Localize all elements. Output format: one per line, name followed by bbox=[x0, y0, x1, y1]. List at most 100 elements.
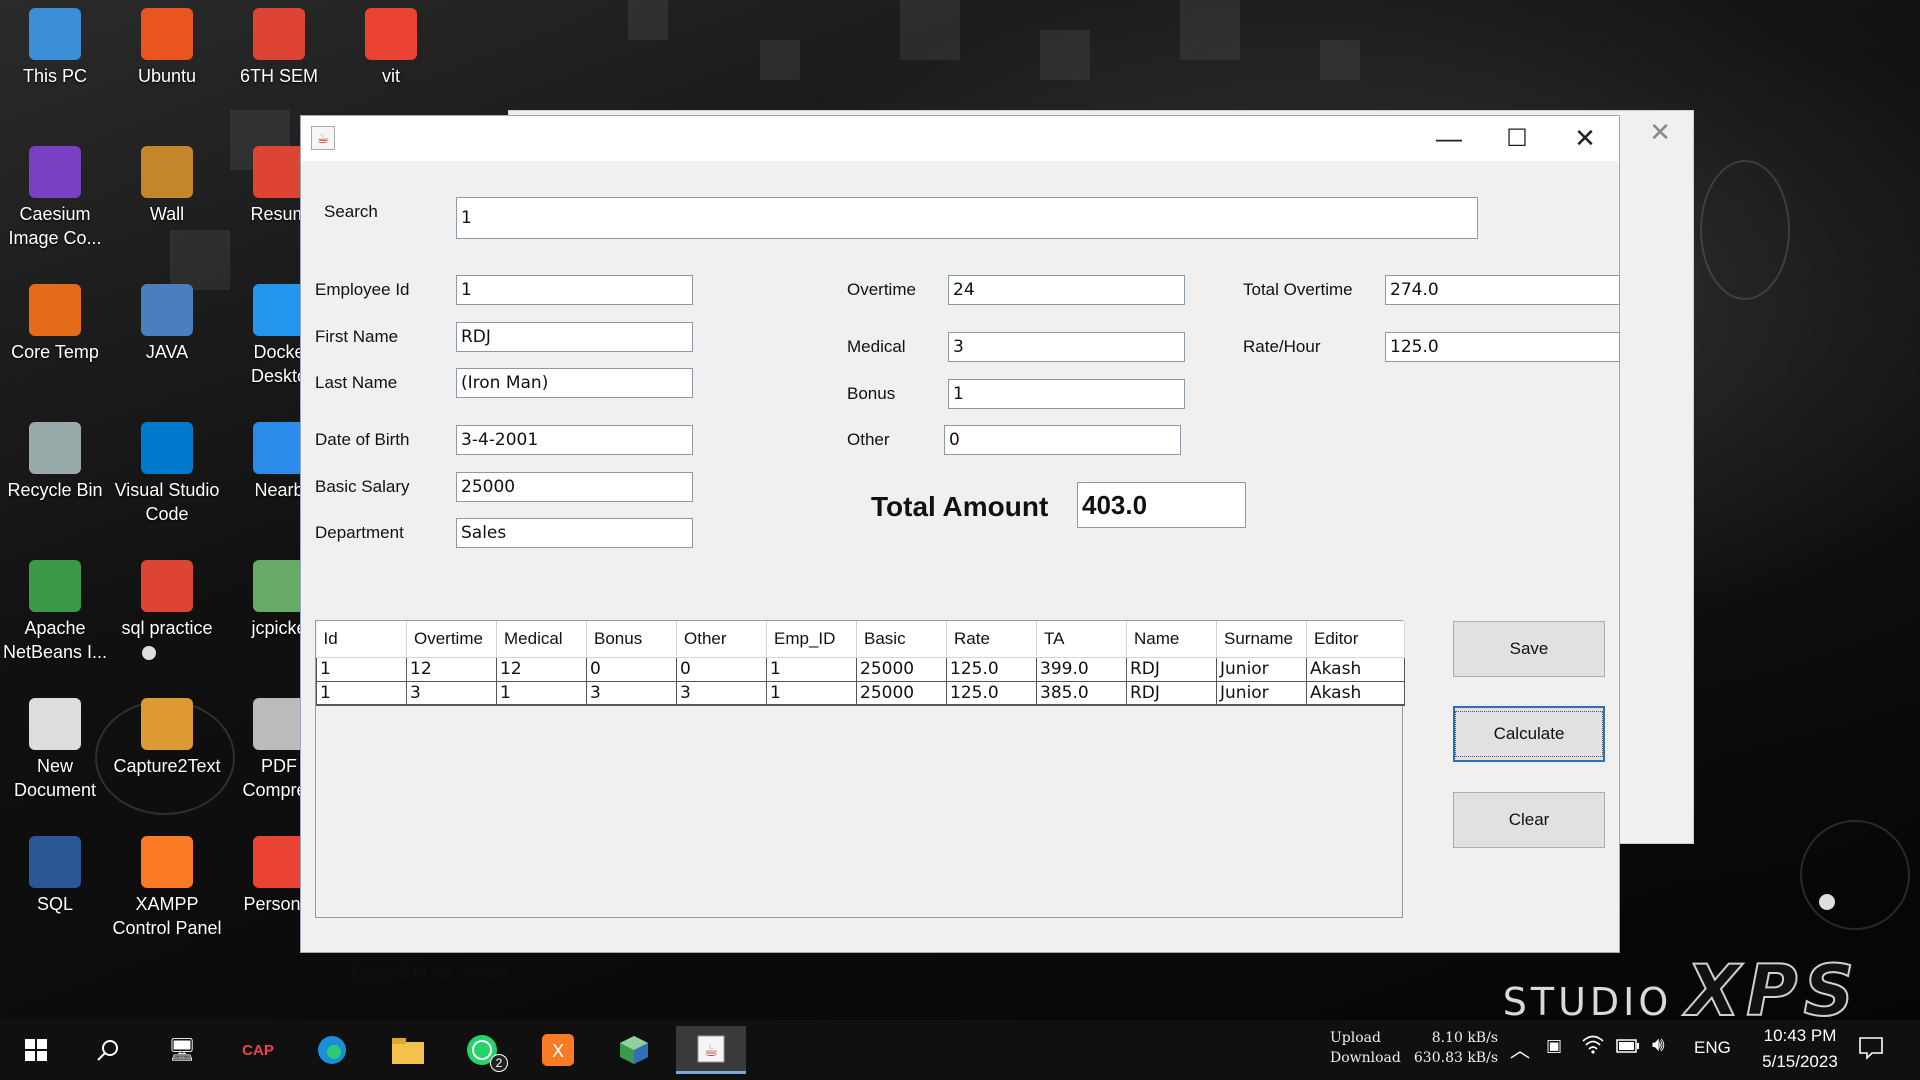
whatsapp-icon[interactable]: 2 bbox=[452, 1026, 512, 1074]
edge-icon[interactable] bbox=[302, 1026, 362, 1074]
desktop-shortcut[interactable]: JAVA bbox=[112, 284, 222, 364]
table-cell[interactable]: 1 bbox=[766, 680, 857, 706]
rate-hour-field[interactable]: 125.0 bbox=[1385, 332, 1620, 362]
desktop-shortcut[interactable]: sql practice bbox=[112, 560, 222, 640]
basic-salary-field[interactable]: 25000 bbox=[456, 472, 693, 502]
other-field[interactable]: 0 bbox=[944, 425, 1181, 455]
notifications-icon[interactable] bbox=[1858, 1036, 1884, 1065]
maximize-button[interactable]: ☐ bbox=[1483, 116, 1551, 161]
taskbar: 🖥 CAP 2 X ☕ Upload Download 8.10 kB/s 63… bbox=[0, 1020, 1920, 1080]
table-cell[interactable]: 1 bbox=[496, 680, 587, 706]
last-name-field[interactable]: (Iron Man) bbox=[456, 368, 693, 398]
medical-field[interactable]: 3 bbox=[948, 332, 1185, 362]
upload-label: Upload bbox=[1330, 1030, 1381, 1046]
total-amount-field[interactable]: 403.0 bbox=[1077, 482, 1246, 528]
desktop-shortcut[interactable]: Caesium Image Co... bbox=[0, 146, 110, 250]
table-cell[interactable]: 3 bbox=[676, 680, 767, 706]
file-explorer-icon[interactable] bbox=[378, 1026, 438, 1074]
table-cell[interactable]: 1 bbox=[766, 656, 857, 682]
column-header[interactable]: Rate bbox=[946, 621, 1037, 658]
column-header[interactable]: Overtime bbox=[406, 621, 497, 658]
table-cell[interactable]: Akash bbox=[1306, 680, 1405, 706]
desktop-shortcut[interactable]: Recycle Bin bbox=[0, 422, 110, 502]
xampp-icon[interactable]: X bbox=[528, 1026, 588, 1074]
desktop-shortcut[interactable]: vit bbox=[336, 8, 446, 88]
total-overtime-field[interactable]: 274.0 bbox=[1385, 275, 1620, 305]
capture2text-icon[interactable]: CAP bbox=[228, 1026, 288, 1074]
table-cell[interactable]: 399.0 bbox=[1036, 656, 1127, 682]
table-cell[interactable]: 0 bbox=[586, 656, 677, 682]
table-cell[interactable]: 125.0 bbox=[946, 656, 1037, 682]
wallpaper-tile bbox=[170, 230, 230, 290]
task-manager-icon[interactable]: 🖥 bbox=[152, 1026, 212, 1074]
table-cell[interactable]: 385.0 bbox=[1036, 680, 1127, 706]
search-icon[interactable] bbox=[78, 1026, 138, 1074]
table-cell[interactable]: 3 bbox=[406, 680, 497, 706]
table-cell[interactable]: RDJ bbox=[1126, 680, 1217, 706]
table-cell[interactable]: Junior bbox=[1216, 680, 1307, 706]
first-name-field[interactable]: RDJ bbox=[456, 322, 693, 352]
department-field[interactable]: Sales bbox=[456, 518, 693, 548]
desktop-shortcut[interactable]: Apache NetBeans I... bbox=[0, 560, 110, 664]
calculate-button[interactable]: Calculate bbox=[1453, 706, 1605, 762]
table-cell[interactable]: 0 bbox=[676, 656, 767, 682]
desktop-shortcut[interactable]: 6TH SEM bbox=[224, 8, 334, 88]
meet-now-icon[interactable]: ▣ bbox=[1546, 1036, 1562, 1056]
column-header[interactable]: Basic bbox=[856, 621, 947, 658]
table-cell[interactable]: Akash bbox=[1306, 656, 1405, 682]
table-row[interactable]: 1 12 12 0 0 1 25000 125.0 399.0 RDJ Junior Akash bbox=[316, 656, 1405, 682]
table-cell[interactable]: 3 bbox=[586, 680, 677, 706]
desktop-shortcut[interactable]: New Document bbox=[0, 698, 110, 802]
start-icon[interactable] bbox=[6, 1026, 66, 1074]
netbeans-icon[interactable] bbox=[604, 1026, 664, 1074]
search-input[interactable]: 1 bbox=[456, 197, 1478, 239]
column-header[interactable]: Surname bbox=[1216, 621, 1307, 658]
desktop-shortcut[interactable]: Core Temp bbox=[0, 284, 110, 364]
table-cell[interactable]: 125.0 bbox=[946, 680, 1037, 706]
battery-icon[interactable] bbox=[1616, 1038, 1640, 1058]
column-header[interactable]: Bonus bbox=[586, 621, 677, 658]
desktop-shortcut[interactable]: XAMPP Control Panel bbox=[112, 836, 222, 940]
close-icon[interactable]: ✕ bbox=[1649, 117, 1671, 148]
table-cell[interactable]: RDJ bbox=[1126, 656, 1217, 682]
table-cell[interactable]: 12 bbox=[406, 656, 497, 682]
volume-icon[interactable]: 🔊︎ bbox=[1652, 1034, 1665, 1057]
clear-button[interactable]: Clear bbox=[1453, 792, 1605, 848]
desktop-shortcut[interactable]: Visual Studio Code bbox=[112, 422, 222, 526]
column-header[interactable]: Emp_ID bbox=[766, 621, 857, 658]
employee-id-field[interactable]: 1 bbox=[456, 275, 693, 305]
title-bar[interactable]: ☕ — ☐ ✕ bbox=[301, 116, 1619, 161]
clock-time[interactable]: 10:43 PM bbox=[1750, 1026, 1850, 1046]
table-cell[interactable]: Junior bbox=[1216, 656, 1307, 682]
desktop-shortcut[interactable]: Ubuntu bbox=[112, 8, 222, 88]
desktop-shortcut[interactable]: This PC bbox=[0, 8, 110, 88]
dob-field[interactable]: 3-4-2001 bbox=[456, 425, 693, 455]
table-cell[interactable]: 25000 bbox=[856, 680, 947, 706]
bonus-field[interactable]: 1 bbox=[948, 379, 1185, 409]
wifi-icon[interactable] bbox=[1582, 1034, 1604, 1059]
desktop-shortcut[interactable]: Wall bbox=[112, 146, 222, 226]
column-header[interactable]: Id bbox=[316, 621, 407, 658]
column-header[interactable]: Editor bbox=[1306, 621, 1405, 658]
desktop-shortcut[interactable]: Capture2Text bbox=[112, 698, 222, 778]
column-header[interactable]: Other bbox=[676, 621, 767, 658]
close-button[interactable]: ✕ bbox=[1551, 116, 1619, 161]
minimize-button[interactable]: — bbox=[1415, 116, 1483, 161]
language-indicator[interactable]: ENG bbox=[1694, 1038, 1731, 1058]
table-row[interactable]: 1 3 1 3 3 1 25000 125.0 385.0 RDJ Junior Akash bbox=[316, 680, 1405, 706]
table-cell[interactable]: 25000 bbox=[856, 656, 947, 682]
save-button[interactable]: Save bbox=[1453, 621, 1605, 677]
overtime-field[interactable]: 24 bbox=[948, 275, 1185, 305]
java-icon[interactable]: ☕ bbox=[676, 1026, 746, 1074]
column-header[interactable]: Name bbox=[1126, 621, 1217, 658]
desktop-shortcut[interactable]: SQL bbox=[0, 836, 110, 916]
wallpaper-tile bbox=[1040, 30, 1090, 80]
table-cell[interactable]: 1 bbox=[316, 680, 407, 706]
table-cell[interactable]: 12 bbox=[496, 656, 587, 682]
employee-table[interactable]: Id Overtime Medical Bonus Other Emp_ID Basic Ra… bbox=[315, 620, 1405, 918]
table-cell[interactable]: 1 bbox=[316, 656, 407, 682]
clock-date[interactable]: 5/15/2023 bbox=[1742, 1052, 1858, 1072]
chevron-up-icon[interactable]: ︿ bbox=[1510, 1034, 1530, 1063]
column-header[interactable]: TA bbox=[1036, 621, 1127, 658]
column-header[interactable]: Medical bbox=[496, 621, 587, 658]
